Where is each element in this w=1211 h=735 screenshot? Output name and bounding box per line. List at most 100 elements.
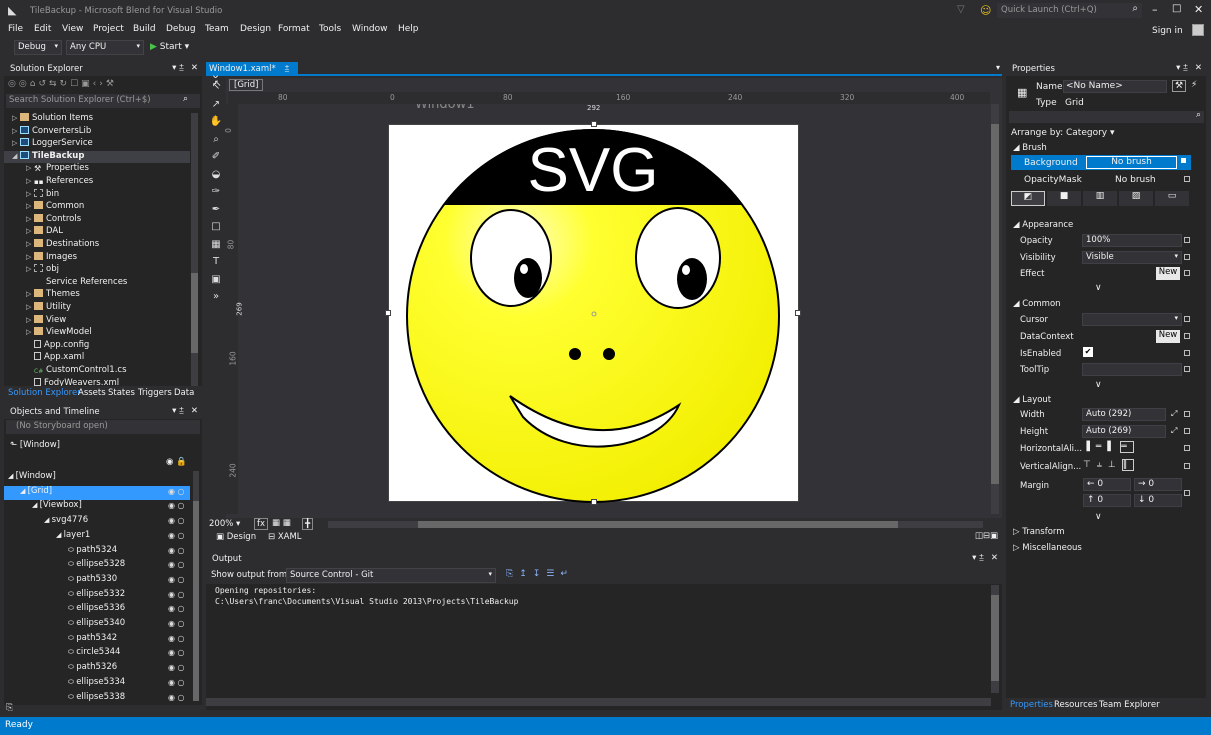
solution-item[interactable]: ▷ ViewModel: [4, 327, 190, 340]
no-brush-tab[interactable]: ◩: [1011, 191, 1045, 206]
tab-states[interactable]: States: [108, 388, 135, 398]
valign-buttons[interactable]: ⊤⫨⊥‖: [1083, 459, 1153, 473]
visibility-marker[interactable]: [1184, 254, 1190, 260]
visibility-eye-icon[interactable]: ◉ ○: [168, 531, 185, 540]
height-input[interactable]: Auto (269): [1082, 425, 1166, 438]
rectangle-tool-icon[interactable]: □: [206, 218, 226, 236]
margin-left-input[interactable]: ← 0: [1083, 478, 1131, 491]
tab-data[interactable]: Data: [174, 388, 194, 398]
more-tools-icon[interactable]: »: [206, 288, 226, 306]
objects-footer-icon[interactable]: ⎘: [6, 703, 13, 713]
solution-item[interactable]: ▷ Common: [4, 201, 190, 214]
expand-arrow-icon[interactable]: ▷: [12, 139, 20, 147]
margin-marker[interactable]: [1184, 490, 1190, 496]
object-tree-row[interactable]: ⬭ path5324 ◉ ○: [4, 545, 190, 560]
tab-overflow-icon[interactable]: ▾: [996, 63, 1000, 72]
cursor-marker[interactable]: [1184, 316, 1190, 322]
output-vscroll[interactable]: [991, 585, 999, 693]
expand-arrow-icon[interactable]: ▷: [26, 265, 34, 273]
solution-item[interactable]: ▷ ▪▪ References: [4, 176, 190, 189]
effect-marker[interactable]: [1184, 270, 1190, 276]
datacontext-new-button[interactable]: New: [1156, 330, 1180, 343]
layout-expand-icon[interactable]: ∨: [1095, 512, 1102, 522]
solution-item[interactable]: Service References: [4, 277, 190, 290]
width-expand-icon[interactable]: ⤢: [1171, 409, 1177, 419]
pin-icon[interactable]: ⩲: [284, 64, 289, 74]
width-input[interactable]: Auto (292): [1082, 408, 1166, 421]
tooltip-marker[interactable]: [1184, 366, 1190, 372]
expand-arrow-icon[interactable]: ◢: [32, 501, 40, 509]
transform-section[interactable]: ▷ Transform: [1013, 527, 1065, 537]
visibility-eye-icon[interactable]: ◉ ○: [168, 693, 185, 702]
solid-brush-tab[interactable]: ■: [1047, 191, 1081, 206]
refresh-icon[interactable]: ↻: [60, 79, 71, 89]
arrange-by-dropdown[interactable]: Arrange by: Category ▾: [1011, 128, 1115, 138]
expand-arrow-icon[interactable]: ▷: [26, 303, 34, 311]
storyboard-selector[interactable]: (No Storyboard open) » ✕ + ▾: [6, 420, 240, 434]
halign-marker[interactable]: [1184, 445, 1190, 451]
visibility-eye-icon[interactable]: ◉ ○: [168, 575, 185, 584]
visibility-eye-icon[interactable]: ◉ ○: [168, 516, 185, 525]
paint-bucket-icon[interactable]: ◒: [206, 166, 226, 184]
solution-item[interactable]: ▷ ⚒ Properties: [4, 163, 190, 176]
menu-item-view[interactable]: View: [62, 24, 83, 34]
solution-item[interactable]: ▷ Images: [4, 251, 190, 265]
eye-icon[interactable]: ◉: [166, 457, 173, 467]
pin-icon[interactable]: ▾ ⩲: [1176, 63, 1188, 73]
expand-arrow-icon[interactable]: ▷: [26, 253, 34, 261]
text-tool-icon[interactable]: T: [206, 253, 226, 271]
layout-section[interactable]: ◢ Layout: [1013, 395, 1051, 405]
filter-icon[interactable]: ▽: [957, 4, 965, 15]
grid-toggle-icon[interactable]: ▦ ▦: [272, 518, 291, 528]
solution-item[interactable]: ▷ Controls: [4, 213, 190, 227]
width-marker[interactable]: [1184, 411, 1190, 417]
object-tree-row[interactable]: ⬭ ellipse5334 ◉ ○: [4, 677, 190, 692]
tab-triggers[interactable]: Triggers: [138, 388, 172, 398]
tab-team-explorer[interactable]: Team Explorer: [1099, 700, 1160, 710]
appearance-expand-icon[interactable]: ∨: [1095, 283, 1102, 293]
fx-icon[interactable]: fx: [254, 518, 269, 530]
tab-assets[interactable]: Assets: [78, 388, 106, 398]
tab-solution-explorer[interactable]: Solution Explorer: [8, 388, 81, 398]
margin-top-input[interactable]: ↑ 0: [1083, 494, 1131, 507]
start-button[interactable]: ▶ Start ▾: [150, 42, 189, 52]
svg-smiley[interactable]: SVG: [389, 125, 800, 503]
object-tree-row[interactable]: ⬭ path5342 ◉ ○: [4, 633, 190, 648]
history-icon[interactable]: ↺: [38, 79, 49, 89]
grid-tool-icon[interactable]: ▦: [206, 236, 226, 254]
designer-hscroll[interactable]: [328, 521, 983, 528]
platform-dropdown[interactable]: Any CPU ▾: [66, 40, 144, 55]
halign-buttons[interactable]: ▐═▌═: [1083, 441, 1153, 455]
name-input[interactable]: <No Name>: [1063, 80, 1167, 93]
tab-window1-xaml[interactable]: Window1.xaml* ⩲ ✕: [206, 62, 298, 84]
menu-item-design[interactable]: Design: [240, 24, 271, 34]
zoom-tool-icon[interactable]: ⌕: [206, 131, 226, 149]
object-tree-row[interactable]: ⬭ path5330 ◉ ○: [4, 574, 190, 589]
expand-arrow-icon[interactable]: ◢: [56, 531, 64, 539]
direct-select-icon[interactable]: ↗: [206, 96, 226, 114]
object-tree-row[interactable]: ◢ svg4776 ◉ ○: [4, 515, 190, 530]
height-marker[interactable]: [1184, 428, 1190, 434]
solution-item[interactable]: ▷ Solution Items: [4, 113, 190, 126]
control-tool-icon[interactable]: ▣: [206, 271, 226, 289]
expand-arrow-icon[interactable]: ◢: [44, 516, 52, 524]
split-view-icons[interactable]: ◫⊟▣: [975, 531, 998, 541]
sync-icon[interactable]: ⇆: [49, 79, 60, 89]
expand-arrow-icon[interactable]: ▷: [12, 127, 20, 135]
menu-item-project[interactable]: Project: [93, 24, 124, 34]
expand-arrow-icon[interactable]: ▷: [12, 114, 20, 122]
effect-new-button[interactable]: New: [1156, 267, 1180, 280]
brush-transform-icon[interactable]: ✑: [206, 183, 226, 201]
visibility-eye-icon[interactable]: ◉ ○: [168, 634, 185, 643]
tab-xaml[interactable]: ⊟ XAML: [268, 532, 302, 542]
tab-resources[interactable]: Resources: [1054, 700, 1097, 710]
visibility-eye-icon[interactable]: ◉ ○: [168, 648, 185, 657]
object-tree-row[interactable]: ⬭ circle5344 ◉ ○: [4, 647, 190, 662]
menu-item-window[interactable]: Window: [352, 24, 388, 34]
visibility-eye-icon[interactable]: ◉ ○: [168, 546, 185, 555]
objects-scrollbar[interactable]: [193, 471, 199, 701]
solution-item[interactable]: App.xaml: [4, 352, 190, 365]
wrench-icon[interactable]: ⚒: [106, 79, 117, 89]
solution-item[interactable]: ◢ TileBackup: [4, 150, 190, 164]
gradient-brush-tab[interactable]: ▥: [1083, 191, 1117, 206]
